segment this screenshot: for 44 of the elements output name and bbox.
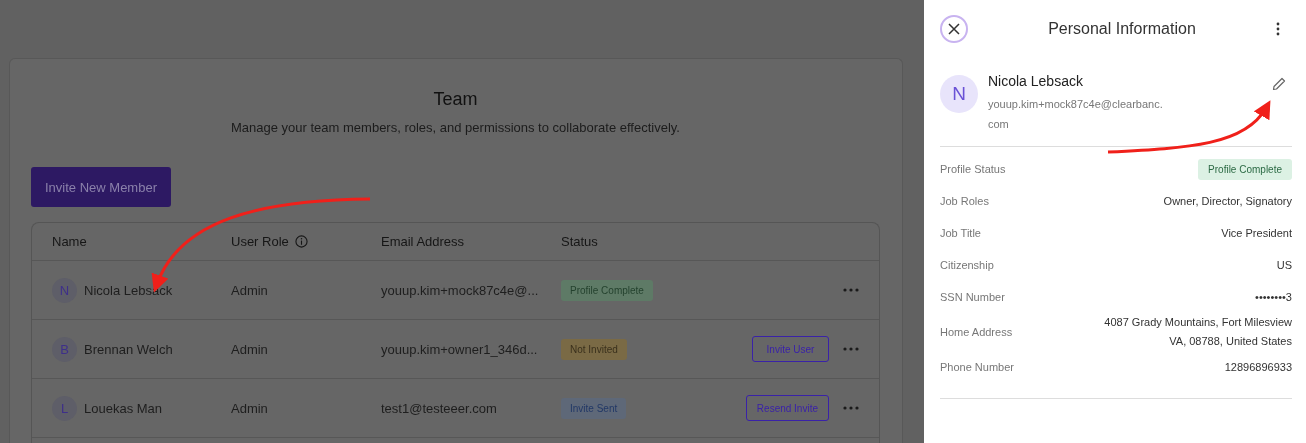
status-badge: Invite Sent bbox=[561, 397, 627, 419]
field-value: US bbox=[1276, 257, 1292, 273]
panel-title: Personal Information bbox=[1048, 20, 1196, 38]
status-badge: Profile Complete bbox=[1198, 158, 1292, 180]
info-icon[interactable] bbox=[294, 235, 308, 248]
close-icon[interactable] bbox=[948, 23, 960, 35]
column-header: User Role bbox=[231, 234, 289, 249]
email-address: test1@testeeer.com bbox=[381, 400, 498, 416]
member-name[interactable]: Louekas Man bbox=[84, 400, 163, 416]
email-address: youup.kim+owner1_346d... bbox=[381, 341, 539, 357]
column-header: Name bbox=[52, 234, 87, 249]
field-value: Vice President bbox=[1221, 225, 1292, 241]
edit-icon[interactable] bbox=[1272, 77, 1286, 91]
column-header: Status bbox=[561, 234, 598, 249]
field-value: 4087 Grady Mountains, Fort Milesview VA, 08788, United States bbox=[1104, 315, 1292, 349]
more-options-icon[interactable] bbox=[1276, 22, 1280, 36]
field-label: SSN Number bbox=[940, 291, 1005, 303]
field-value: ••••••••3 bbox=[1255, 289, 1292, 305]
close-button[interactable] bbox=[940, 15, 968, 43]
profile-name: Nicola Lebsack bbox=[988, 73, 1084, 89]
field-label: Job Roles bbox=[940, 195, 989, 207]
user-role: Admin bbox=[231, 341, 269, 357]
page-subtitle: Manage your team members, roles, and permissions to collaborate effectively. bbox=[230, 120, 681, 135]
column-header: Email Address bbox=[381, 234, 465, 249]
user-role: Admin bbox=[231, 400, 269, 416]
invite-new-member-button[interactable]: Invite New Member bbox=[31, 167, 171, 207]
member-name[interactable]: Brennan Welch bbox=[84, 341, 173, 357]
profile-email: youup.kim+mock87c4e@clearbanc.com bbox=[988, 97, 1164, 132]
field-label: Citizenship bbox=[940, 259, 994, 271]
page-title: Team bbox=[432, 89, 479, 110]
field-label: Home Address bbox=[940, 326, 1013, 338]
user-role: Admin bbox=[231, 282, 269, 298]
field-label: Job Title bbox=[940, 227, 981, 239]
status-badge: Profile Complete bbox=[561, 279, 653, 301]
field-value: Owner, Director, Signatory bbox=[1163, 193, 1292, 209]
email-address: youup.kim+mock87c4e@... bbox=[381, 282, 540, 298]
row-action-button[interactable]: Resend Invite bbox=[745, 395, 829, 421]
field-label: Phone Number bbox=[940, 361, 1014, 373]
row-action-button[interactable]: Invite User bbox=[752, 336, 829, 362]
avatar: N bbox=[940, 75, 978, 113]
status-badge: Not Invited bbox=[561, 338, 627, 360]
field-value: 12896896933 bbox=[1224, 359, 1292, 375]
member-name[interactable]: Nicola Lebsack bbox=[84, 282, 173, 298]
field-label: Profile Status bbox=[940, 163, 1006, 175]
